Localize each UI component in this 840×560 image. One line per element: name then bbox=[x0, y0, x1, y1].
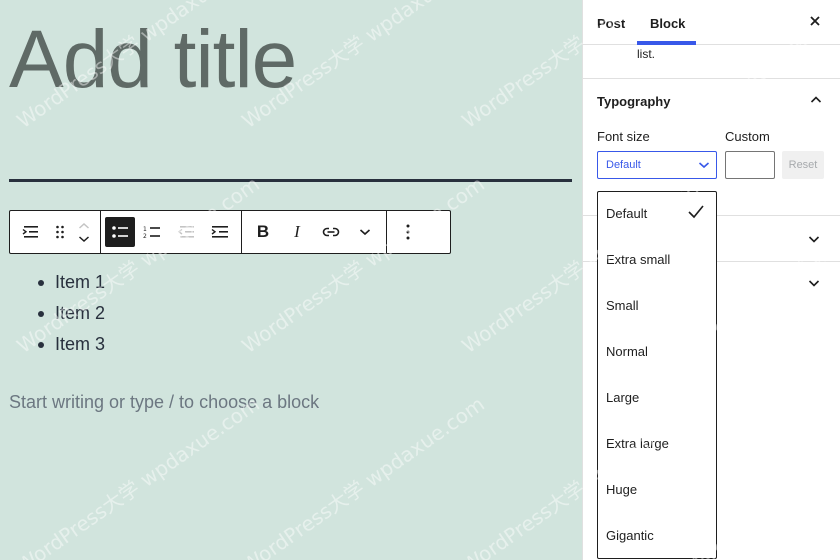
ordered-list-icon[interactable]: 12 bbox=[135, 215, 169, 249]
check-icon bbox=[688, 205, 704, 219]
font-size-option-gigantic[interactable]: Gigantic bbox=[606, 528, 654, 543]
italic-icon[interactable]: I bbox=[280, 215, 314, 249]
options-group bbox=[387, 211, 429, 253]
svg-text:1: 1 bbox=[143, 226, 147, 233]
block-description: list. bbox=[637, 47, 655, 61]
rich-text-group: B I bbox=[242, 211, 387, 253]
block-toolbar: 12 B I bbox=[9, 210, 451, 254]
font-size-label: Font size bbox=[597, 129, 650, 144]
reset-button[interactable]: Reset bbox=[782, 151, 824, 179]
close-icon[interactable] bbox=[807, 13, 823, 29]
post-title-input[interactable]: Add title bbox=[9, 10, 297, 110]
tab-block[interactable]: Block bbox=[650, 16, 685, 31]
unordered-list-icon[interactable] bbox=[105, 217, 135, 247]
typography-panel-title[interactable]: Typography bbox=[597, 94, 670, 109]
sidebar-tabs: Post Block bbox=[583, 0, 840, 45]
divider bbox=[583, 78, 840, 79]
options-icon[interactable] bbox=[391, 215, 425, 249]
indent-icon[interactable] bbox=[203, 215, 237, 249]
active-tab-indicator bbox=[637, 41, 696, 45]
block-appender-placeholder[interactable]: Start writing or type / to choose a bloc… bbox=[9, 392, 319, 413]
move-up-icon[interactable] bbox=[78, 222, 90, 230]
chevron-down-icon[interactable] bbox=[807, 232, 821, 246]
block-controls-group bbox=[10, 211, 101, 253]
list-block-icon[interactable] bbox=[14, 215, 48, 249]
drag-handle-icon[interactable] bbox=[48, 215, 72, 249]
bold-icon[interactable]: B bbox=[246, 215, 280, 249]
font-size-option-default[interactable]: Default bbox=[606, 206, 647, 221]
font-size-option-huge[interactable]: Huge bbox=[606, 482, 637, 497]
svg-text:2: 2 bbox=[143, 233, 147, 239]
block-movers bbox=[72, 215, 96, 249]
chevron-down-icon[interactable] bbox=[807, 276, 821, 290]
custom-size-label: Custom bbox=[725, 129, 770, 144]
move-down-icon[interactable] bbox=[78, 235, 90, 243]
list-item[interactable]: Item 1 bbox=[37, 270, 105, 301]
list-item[interactable]: Item 3 bbox=[37, 332, 105, 363]
chevron-down-icon bbox=[698, 162, 710, 169]
editor-canvas: Add title 12 B I Item 1 Item 2 Item 3 St… bbox=[0, 0, 582, 560]
font-size-selected-value: Default bbox=[606, 159, 641, 171]
font-size-option-small[interactable]: Small bbox=[606, 298, 639, 313]
chevron-up-icon[interactable] bbox=[809, 93, 823, 107]
font-size-option-large[interactable]: Large bbox=[606, 390, 639, 405]
tab-post[interactable]: Post bbox=[597, 16, 625, 31]
font-size-option-normal[interactable]: Normal bbox=[606, 344, 648, 359]
list-item[interactable]: Item 2 bbox=[37, 301, 105, 332]
list-format-group: 12 bbox=[101, 211, 242, 253]
font-size-option-extra-small[interactable]: Extra small bbox=[606, 252, 670, 267]
font-size-option-extra-large[interactable]: Extra large bbox=[606, 436, 669, 451]
list-block[interactable]: Item 1 Item 2 Item 3 bbox=[37, 270, 105, 363]
link-icon[interactable] bbox=[314, 215, 348, 249]
more-rich-text-icon[interactable] bbox=[348, 215, 382, 249]
title-separator bbox=[9, 179, 572, 182]
font-size-dropdown: Default Extra small Small Normal Large E… bbox=[597, 191, 717, 559]
font-size-select[interactable]: Default bbox=[597, 151, 717, 179]
custom-font-size-input[interactable] bbox=[725, 151, 775, 179]
outdent-icon[interactable] bbox=[169, 215, 203, 249]
